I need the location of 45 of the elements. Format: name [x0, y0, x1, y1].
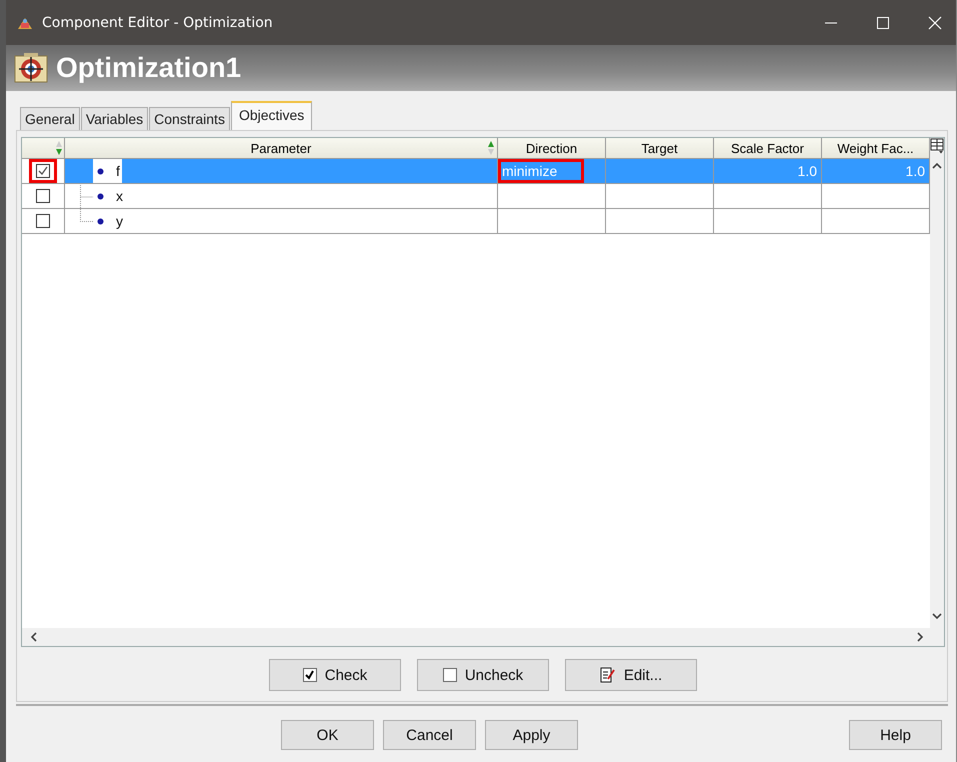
checkbox[interactable]: [36, 214, 50, 228]
checkbox-icon: [442, 668, 457, 682]
table-cell: 1.0: [822, 159, 930, 183]
direction-value: minimize: [498, 159, 584, 183]
sort-header[interactable]: [22, 138, 65, 159]
parameter-name: f: [116, 163, 120, 179]
tab[interactable]: Constraints: [149, 107, 230, 130]
parameter-name: x: [116, 188, 123, 204]
action-button[interactable]: Check: [269, 659, 401, 691]
parameter-name: y: [116, 213, 123, 229]
column-header[interactable]: Parameter: [65, 138, 498, 159]
sort-icon: [488, 141, 494, 155]
close-icon[interactable]: [928, 16, 942, 30]
column-header[interactable]: Direction: [498, 138, 606, 159]
edit-icon: [600, 667, 616, 683]
component-title: Optimization1: [56, 52, 242, 84]
help-button[interactable]: Help: [849, 720, 942, 750]
scroll-down-icon[interactable]: [932, 612, 942, 620]
maximize-icon[interactable]: [876, 16, 890, 30]
column-header[interactable]: Target: [606, 138, 714, 159]
table-cell: 1.0: [714, 159, 822, 183]
column-chooser-icon[interactable]: [930, 138, 944, 154]
scroll-left-icon[interactable]: [30, 632, 38, 642]
column-header[interactable]: Weight Fac...: [822, 138, 930, 159]
horizontal-scrollbar[interactable]: [22, 628, 930, 646]
column-header[interactable]: Scale Factor: [714, 138, 822, 159]
action-button[interactable]: Edit...: [565, 659, 697, 691]
bullet-icon: [97, 192, 104, 200]
checkbox-checked-icon: [302, 668, 317, 682]
bullet-icon: [97, 218, 104, 224]
bullet-icon: [97, 168, 104, 174]
scroll-right-icon[interactable]: [916, 632, 924, 642]
dialog-button[interactable]: Cancel: [383, 720, 476, 750]
sort-icon: [56, 141, 62, 155]
tab[interactable]: Objectives: [230, 101, 312, 130]
dialog-button[interactable]: OK: [281, 720, 374, 750]
tab[interactable]: General: [20, 107, 80, 130]
window-title: Component Editor - Optimization: [42, 14, 273, 30]
tab[interactable]: Variables: [80, 107, 148, 130]
target-icon: [14, 53, 48, 83]
dialog-button[interactable]: Apply: [485, 720, 578, 750]
checkbox[interactable]: [36, 164, 50, 178]
checkbox[interactable]: [36, 189, 50, 203]
action-button[interactable]: Uncheck: [417, 659, 549, 691]
scroll-up-icon[interactable]: [932, 162, 942, 170]
